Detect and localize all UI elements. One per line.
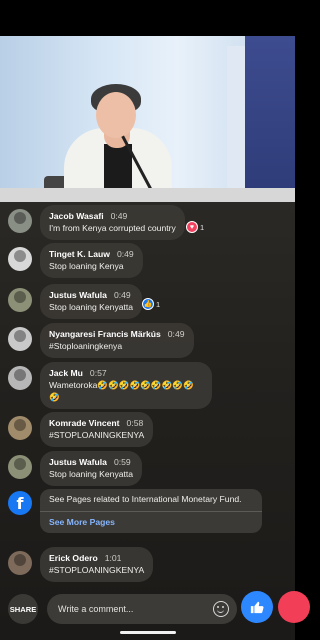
comment-bubble[interactable]: Tinget K. Lauw 0:49 Stop loaning Kenya: [40, 243, 143, 278]
comment-bubble[interactable]: Erick Odero 1:01 #STOPLOANINGKENYA: [40, 547, 154, 582]
home-indicator: [120, 631, 176, 634]
avatar[interactable]: [8, 366, 32, 390]
video-background-panel: [227, 46, 245, 202]
video-speaker-face: [96, 92, 136, 138]
heart-icon: ♥: [186, 221, 198, 233]
video-desk: [0, 188, 295, 202]
avatar[interactable]: [8, 209, 32, 233]
comment-item: Erick Odero 1:01 #STOPLOANINGKENYA: [8, 547, 154, 582]
comment-time: 0:49: [110, 211, 128, 221]
avatar[interactable]: [8, 551, 32, 575]
facebook-logo-icon: f: [8, 491, 32, 515]
comment-text: #Stoploaningkenya: [49, 341, 123, 351]
comment-bubble[interactable]: Komrade Vincent 0:58 #STOPLOANINGKENYA: [40, 412, 154, 447]
comment-item: Tinget K. Lauw 0:49 Stop loaning Kenya: [8, 243, 143, 278]
comment-item: Jack Mu 0:57 Wametoroka🤣🤣🤣🤣🤣🤣🤣🤣🤣 🤣: [8, 362, 212, 409]
comment-bubble[interactable]: Nyangaresi Francis Märkús 0:49 #Stoploani…: [40, 323, 194, 358]
comment-time: 0:49: [116, 249, 134, 259]
comment-time: 1:01: [104, 553, 122, 563]
comment-item: Jacob Wasafi 0:49 I'm from Kenya corrupte…: [8, 205, 185, 240]
reaction-count: 1: [200, 222, 205, 232]
like-button[interactable]: [241, 591, 273, 623]
avatar[interactable]: [8, 455, 32, 479]
comment-time: 0:59: [113, 457, 131, 467]
comment-time: 0:58: [126, 418, 144, 428]
reaction-count: 1: [156, 299, 161, 309]
comment-item: Justus Wafula 0:59 Stop loaning Kenyatta: [8, 451, 143, 486]
comment-bubble[interactable]: Justus Wafula 0:59 Stop loaning Kenyatta: [40, 451, 143, 486]
comment-text: Wametoroka🤣🤣🤣🤣🤣🤣🤣🤣🤣: [49, 380, 194, 390]
comment-text: #STOPLOANINGKENYA: [49, 430, 145, 440]
emoji-icon[interactable]: [213, 601, 229, 617]
thumbs-up-icon: [250, 601, 264, 614]
comment-bubble[interactable]: Jack Mu 0:57 Wametoroka🤣🤣🤣🤣🤣🤣🤣🤣🤣 🤣: [40, 362, 212, 409]
avatar[interactable]: [8, 247, 32, 271]
comment-text: #STOPLOANINGKENYA: [49, 565, 145, 575]
comment-text: I'm from Kenya corrupted country: [49, 223, 176, 233]
love-button[interactable]: [278, 591, 310, 623]
related-pages-body: See Pages related to International Monet…: [40, 489, 262, 533]
avatar[interactable]: [8, 327, 32, 351]
comment-time: 0:49: [113, 290, 131, 300]
reaction-badge[interactable]: ♥ 1: [186, 221, 204, 233]
comment-text: Stop loaning Kenyatta: [49, 302, 134, 312]
comment-item: Nyangaresi Francis Märkús 0:49 #Stoploani…: [8, 323, 194, 358]
share-button[interactable]: SHARE: [8, 594, 38, 624]
comment-time: 0:57: [89, 368, 107, 378]
comment-author[interactable]: Tinget K. Lauw: [49, 249, 110, 259]
comment-time: 0:49: [167, 329, 185, 339]
comment-author[interactable]: Justus Wafula: [49, 457, 107, 467]
comment-author[interactable]: Erick Odero: [49, 553, 98, 563]
comment-text: Stop loaning Kenyatta: [49, 469, 134, 479]
avatar[interactable]: [8, 416, 32, 440]
comment-author[interactable]: Jacob Wasafi: [49, 211, 104, 221]
live-video[interactable]: [0, 36, 295, 202]
comment-item: Justus Wafula 0:49 Stop loaning Kenyatta: [8, 284, 143, 319]
comment-input-placeholder: Write a comment...: [58, 604, 134, 614]
comment-input[interactable]: Write a comment...: [47, 594, 237, 624]
comment-text: Stop loaning Kenya: [49, 261, 124, 271]
comment-bubble[interactable]: Justus Wafula 0:49 Stop loaning Kenyatta: [40, 284, 143, 319]
comment-item: Komrade Vincent 0:58 #STOPLOANINGKENYA: [8, 412, 154, 447]
thumbs-up-icon: 👍: [142, 298, 154, 310]
related-pages-card: f See Pages related to International Mon…: [8, 489, 262, 533]
video-background-screen: [245, 36, 295, 202]
related-pages-text: See Pages related to International Monet…: [49, 494, 242, 504]
comment-bubble[interactable]: Jacob Wasafi 0:49 I'm from Kenya corrupte…: [40, 205, 185, 240]
comment-author[interactable]: Komrade Vincent: [49, 418, 120, 428]
reaction-badge[interactable]: 👍 1: [142, 298, 160, 310]
comment-author[interactable]: Justus Wafula: [49, 290, 107, 300]
avatar[interactable]: [8, 288, 32, 312]
comment-author[interactable]: Jack Mu: [49, 368, 83, 378]
comment-text: 🤣: [49, 392, 60, 402]
comment-author[interactable]: Nyangaresi Francis Märkús: [49, 329, 161, 339]
see-more-pages-link[interactable]: See More Pages: [40, 512, 262, 533]
